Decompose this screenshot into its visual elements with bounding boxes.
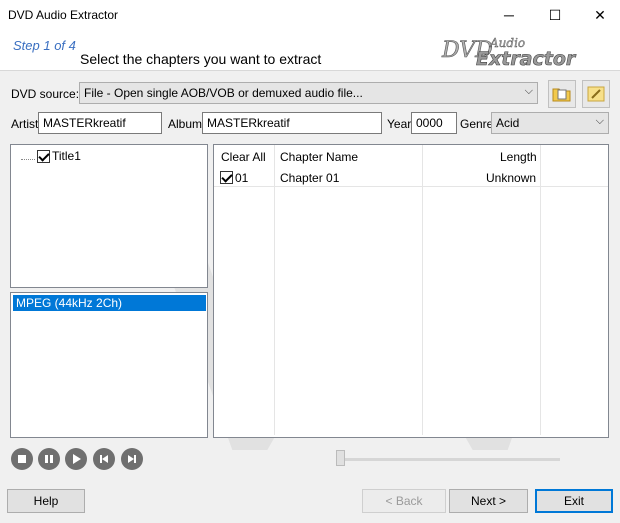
artist-input[interactable]: MASTERkreatif [38,112,162,134]
previous-icon [100,455,108,463]
close-icon: ✕ [594,6,606,23]
genre-select[interactable]: Acid ⌵ [491,112,609,134]
artist-value: MASTERkreatif [43,116,126,130]
length-header[interactable]: Length [500,145,537,169]
logo-extractor: Extractor [476,48,577,69]
pause-button[interactable] [38,448,60,470]
chapter-name-header[interactable]: Chapter Name [280,145,358,169]
edit-icon [587,86,605,102]
dvd-source-value: File - Open single AOB/VOB or demuxed au… [84,86,363,100]
step-indicator: Step 1 of 4 [13,38,76,53]
next-button[interactable]: Next > [449,489,528,513]
window-title: DVD Audio Extractor [8,8,119,22]
genre-value: Acid [496,116,520,130]
previous-button[interactable] [93,448,115,470]
pause-icon [45,455,53,463]
seek-slider-thumb[interactable] [336,450,345,466]
chapters-list: Clear All Chapter Name Length 01 Chapter… [213,144,609,438]
dvd-source-label: DVD source: [11,87,80,101]
next-icon [128,455,136,463]
title-bar: DVD Audio Extractor ─ ☐ ✕ [0,0,620,30]
chapter-name: Chapter 01 [280,171,340,185]
stream-item-selected[interactable]: MPEG (44kHz 2Ch) [13,295,206,311]
column-divider [540,145,541,435]
table-row[interactable]: 01 Chapter 01 Unknown [214,169,608,187]
minimize-button[interactable]: ─ [486,0,532,30]
tree-item-label: Title1 [52,149,81,163]
exit-button[interactable]: Exit [535,489,613,513]
column-divider [274,145,275,435]
year-input[interactable]: 0000 [411,112,457,134]
play-icon [73,454,81,464]
album-label: Album [168,117,203,131]
stop-icon [18,455,26,463]
artist-label: Artist [11,117,39,131]
tree-connector [21,153,35,160]
titles-tree: Title1 [10,144,208,288]
tree-item-title1[interactable]: Title1 [21,149,81,163]
back-button[interactable]: < Back [362,489,446,513]
open-folder-icon [552,88,571,102]
genre-label: Genre [460,117,494,131]
year-label: Year [387,117,412,131]
close-button[interactable]: ✕ [577,0,620,30]
year-value: 0000 [416,116,443,130]
play-button[interactable] [65,448,87,470]
seek-slider-track[interactable] [340,458,560,461]
audio-streams-list: MPEG (44kHz 2Ch) [10,292,208,438]
album-value: MASTERkreatif [207,116,290,130]
chapter-number: 01 [235,171,249,185]
chapter-length: Unknown [486,171,537,185]
maximize-button[interactable]: ☐ [532,0,578,30]
title1-checkbox[interactable] [37,149,50,163]
clear-all-header[interactable]: Clear All [221,145,266,169]
help-button[interactable]: Help [7,489,85,513]
app-logo: DVD Audio Extractor [441,36,578,69]
page-instruction: Select the chapters you want to extract [80,51,322,67]
album-input[interactable]: MASTERkreatif [202,112,382,134]
edit-button[interactable] [582,80,610,108]
minimize-icon: ─ [504,7,514,23]
chevron-down-icon: ⌵ [524,85,533,97]
chapter-checkbox[interactable] [220,171,233,184]
next-button-media[interactable] [121,448,143,470]
open-file-button[interactable] [548,80,576,108]
chevron-down-icon: ⌵ [595,115,604,127]
wizard-header: Step 1 of 4 Select the chapters you want… [0,30,620,71]
dvd-source-select[interactable]: File - Open single AOB/VOB or demuxed au… [79,82,538,104]
column-divider [422,145,423,435]
stop-button[interactable] [11,448,33,470]
maximize-icon: ☐ [548,6,562,23]
